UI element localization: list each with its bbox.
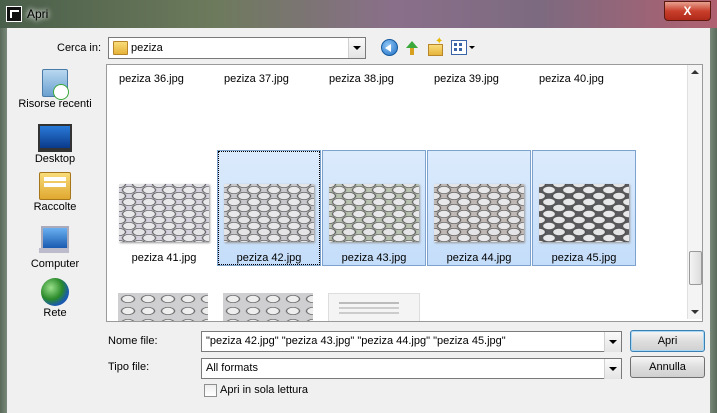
file-item-selected[interactable]: peziza 43.jpg — [322, 150, 426, 266]
document-thumbnail[interactable] — [328, 293, 420, 321]
sidebar-item-label: Risorse recenti — [18, 98, 92, 110]
back-icon[interactable] — [381, 39, 398, 56]
file-item[interactable]: peziza 39.jpg — [434, 73, 536, 93]
app-icon — [6, 6, 22, 22]
scroll-thumb[interactable] — [689, 251, 702, 285]
file-item[interactable]: peziza 36.jpg — [119, 73, 221, 93]
file-name: peziza 38.jpg — [329, 73, 394, 85]
filename-input[interactable]: "peziza 42.jpg" "peziza 43.jpg" "peziza … — [201, 331, 622, 352]
file-name: peziza 45.jpg — [551, 252, 617, 264]
title-bar: Apri X — [0, 0, 717, 28]
filetype-label: Tipo file: — [108, 361, 150, 373]
vertical-scrollbar[interactable] — [687, 65, 702, 319]
folder-icon — [113, 41, 128, 55]
file-name: peziza 44.jpg — [446, 252, 512, 264]
sidebar-item-recent[interactable]: Risorse recenti — [7, 69, 103, 110]
open-button[interactable]: Apri — [630, 330, 705, 352]
sidebar-item-label: Raccolte — [33, 201, 77, 213]
new-folder-icon[interactable] — [426, 36, 443, 56]
scroll-up-icon[interactable] — [688, 65, 702, 79]
readonly-checkbox[interactable] — [204, 384, 217, 397]
image-thumbnail[interactable] — [118, 293, 208, 321]
filetype-select[interactable]: All formats — [201, 358, 622, 379]
file-item-selected[interactable]: peziza 45.jpg — [532, 150, 636, 266]
file-item[interactable]: peziza 37.jpg — [224, 73, 326, 93]
image-thumbnail — [119, 184, 209, 242]
scroll-down-icon[interactable] — [688, 305, 702, 319]
file-name: peziza 42.jpg — [236, 252, 302, 264]
file-item-selected[interactable]: peziza 44.jpg — [427, 150, 531, 266]
lookin-value: peziza — [131, 42, 163, 54]
file-name: peziza 39.jpg — [434, 73, 499, 85]
sidebar-item-label: Computer — [30, 258, 80, 270]
file-item[interactable]: peziza 38.jpg — [329, 73, 431, 93]
file-name: peziza 43.jpg — [341, 252, 407, 264]
close-button[interactable]: X — [664, 1, 711, 21]
dialog-body: Cerca in: peziza Risorse recenti Desktop… — [7, 28, 710, 413]
sidebar-item-label: Desktop — [34, 153, 76, 165]
view-dropdown-arrow-icon[interactable] — [469, 46, 475, 49]
chevron-down-icon[interactable] — [604, 332, 621, 352]
file-name: peziza 41.jpg — [131, 252, 197, 264]
window-frame-right — [710, 28, 717, 413]
recent-places-icon — [42, 69, 69, 100]
file-item-selected[interactable]: peziza 42.jpg — [217, 150, 321, 266]
filename-label: Nome file: — [108, 335, 158, 347]
image-thumbnail — [224, 184, 314, 242]
filetype-value: All formats — [206, 362, 258, 374]
libraries-icon — [39, 172, 71, 200]
readonly-label: Apri in sola lettura — [220, 384, 309, 396]
up-folder-icon[interactable] — [404, 39, 421, 56]
cancel-button[interactable]: Annulla — [630, 356, 705, 378]
sidebar-item-desktop[interactable]: Desktop — [7, 124, 103, 165]
file-item[interactable]: peziza 40.jpg — [539, 73, 641, 93]
file-item[interactable]: peziza 41.jpg — [112, 150, 216, 266]
sidebar-item-network[interactable]: Rete — [7, 278, 103, 319]
image-thumbnail — [329, 184, 419, 242]
places-sidebar: Risorse recenti Desktop Raccolte Compute… — [7, 64, 103, 334]
file-name: peziza 37.jpg — [224, 73, 289, 85]
lookin-label: Cerca in: — [57, 42, 102, 54]
file-name: peziza 36.jpg — [119, 73, 184, 85]
image-thumbnail — [539, 184, 629, 242]
sidebar-item-libraries[interactable]: Raccolte — [7, 172, 103, 213]
sidebar-item-label: Rete — [43, 307, 67, 319]
image-thumbnail — [434, 184, 524, 242]
view-menu-icon[interactable] — [451, 40, 467, 55]
lookin-dropdown[interactable]: peziza — [108, 37, 366, 59]
filename-value: "peziza 42.jpg" "peziza 43.jpg" "peziza … — [206, 335, 506, 347]
desktop-icon — [38, 124, 72, 152]
computer-icon — [39, 226, 69, 253]
sidebar-item-computer[interactable]: Computer — [7, 226, 103, 270]
chevron-down-icon[interactable] — [348, 38, 365, 58]
network-icon — [41, 278, 69, 306]
file-list[interactable]: peziza 36.jpg peziza 37.jpg peziza 38.jp… — [106, 64, 703, 322]
file-name: peziza 40.jpg — [539, 73, 604, 85]
image-thumbnail[interactable] — [223, 293, 313, 321]
chevron-down-icon[interactable] — [604, 359, 621, 379]
window-frame-left — [0, 28, 7, 413]
window-title: Apri — [27, 7, 49, 21]
